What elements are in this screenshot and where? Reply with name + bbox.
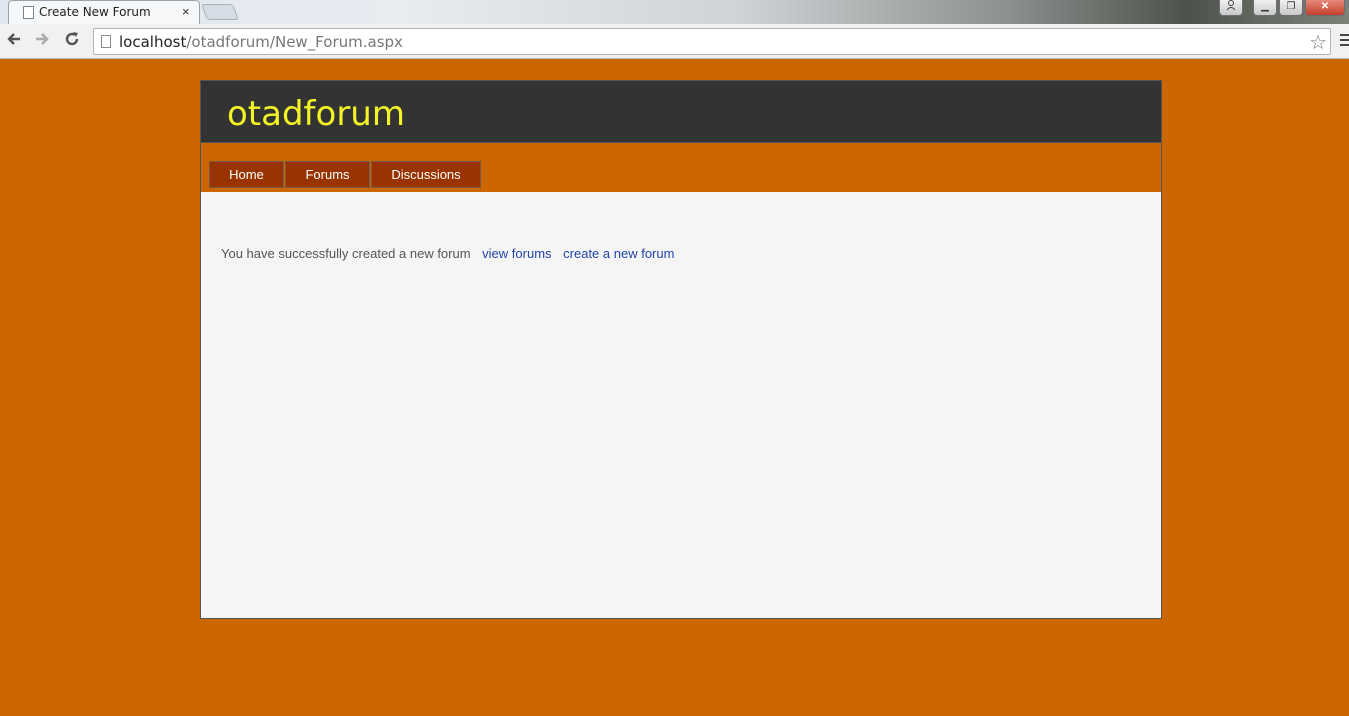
url-path: /otadforum/New_Forum.aspx: [186, 33, 403, 51]
browser-toolbar: localhost/otadforum/New_Forum.aspx ☆: [0, 24, 1349, 59]
new-tab-button[interactable]: [201, 4, 239, 20]
forward-arrow-icon[interactable]: [34, 31, 50, 51]
success-message-line: You have successfully created a new foru…: [221, 246, 674, 261]
minimize-button[interactable]: ▁: [1253, 0, 1277, 16]
menu-icon[interactable]: [1340, 34, 1349, 48]
nav-forums[interactable]: Forums: [285, 161, 370, 188]
tab-title: Create New Forum: [39, 5, 151, 19]
url-host: localhost: [119, 33, 187, 51]
site-container: otadforum Home Forums Discussions You ha…: [200, 80, 1162, 619]
page-body: otadforum Home Forums Discussions You ha…: [0, 60, 1349, 716]
site-title: otadforum: [227, 94, 405, 134]
url-text[interactable]: localhost/otadforum/New_Forum.aspx: [119, 33, 403, 51]
star-icon[interactable]: ☆: [1309, 30, 1327, 55]
restore-button[interactable]: ❐: [1279, 0, 1303, 16]
nav-discussions[interactable]: Discussions: [371, 161, 481, 188]
reload-icon[interactable]: [64, 31, 80, 51]
page-icon: [23, 6, 34, 19]
create-forum-link[interactable]: create a new forum: [563, 246, 674, 261]
success-message: You have successfully created a new foru…: [221, 246, 471, 261]
close-tab-icon[interactable]: ×: [182, 4, 190, 19]
site-header: otadforum: [201, 81, 1161, 143]
window-controls: ▁ ❐ ✕: [1219, 0, 1345, 16]
browser-tab[interactable]: Create New Forum ×: [8, 0, 200, 25]
address-bar[interactable]: localhost/otadforum/New_Forum.aspx ☆: [93, 28, 1331, 55]
nav-bar: Home Forums Discussions: [201, 143, 1161, 192]
main-content: You have successfully created a new foru…: [201, 192, 1161, 618]
tab-strip: Create New Forum × ▁ ❐ ✕: [0, 0, 1349, 25]
view-forums-link[interactable]: view forums: [482, 246, 551, 261]
back-arrow-icon[interactable]: [6, 31, 22, 51]
page-icon: [101, 35, 111, 48]
nav-home[interactable]: Home: [209, 161, 284, 188]
close-window-button[interactable]: ✕: [1305, 0, 1345, 16]
user-icon[interactable]: [1219, 0, 1243, 16]
